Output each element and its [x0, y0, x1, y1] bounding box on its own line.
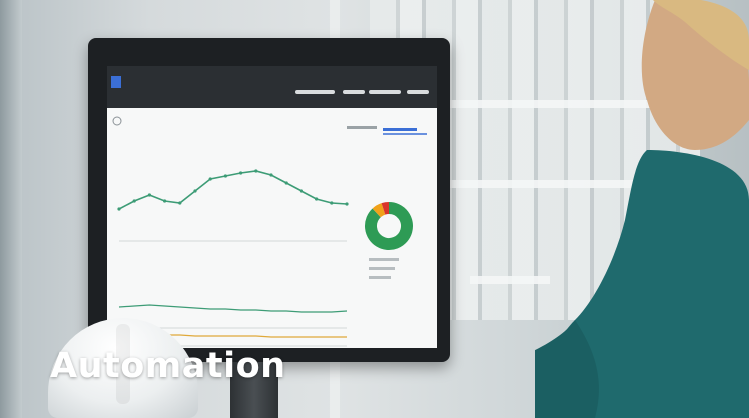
lower-series-line: [118, 304, 348, 313]
main-series-point: [193, 189, 197, 193]
chart-tab-label: [347, 126, 377, 129]
donut-chart: [365, 202, 413, 250]
monitor-screen: [107, 66, 437, 348]
donut-slice-orange: [372, 203, 386, 218]
main-series-point: [117, 207, 121, 211]
main-series-point: [208, 177, 212, 181]
legend-entry: [369, 276, 391, 279]
main-series-point: [330, 201, 334, 205]
gear-icon: [112, 116, 122, 126]
main-series-point: [315, 197, 319, 201]
main-series-points: [117, 169, 349, 211]
left-rack-post: [0, 0, 22, 418]
chart-tab-active-label: [383, 128, 417, 131]
legend-entry: [369, 258, 399, 261]
dashboard-chart: [112, 116, 427, 347]
donut-slice-red: [381, 202, 390, 215]
legend-entry: [369, 267, 395, 270]
main-series-point: [147, 193, 151, 197]
person-at-desk: [535, 0, 749, 418]
main-series-point: [345, 202, 349, 206]
monitor: [88, 38, 450, 362]
main-series-point: [299, 189, 303, 193]
donut-slice-green: [365, 202, 413, 250]
main-series-point: [269, 173, 273, 177]
main-series-point: [132, 199, 136, 203]
main-series-point: [178, 201, 182, 205]
main-series-point: [223, 174, 227, 178]
main-series-point: [163, 199, 167, 203]
main-series-line: [118, 170, 348, 210]
main-series-point: [284, 181, 288, 185]
main-series-point: [239, 171, 243, 175]
caption-title: Automation: [50, 346, 286, 386]
main-series-point: [254, 169, 258, 173]
